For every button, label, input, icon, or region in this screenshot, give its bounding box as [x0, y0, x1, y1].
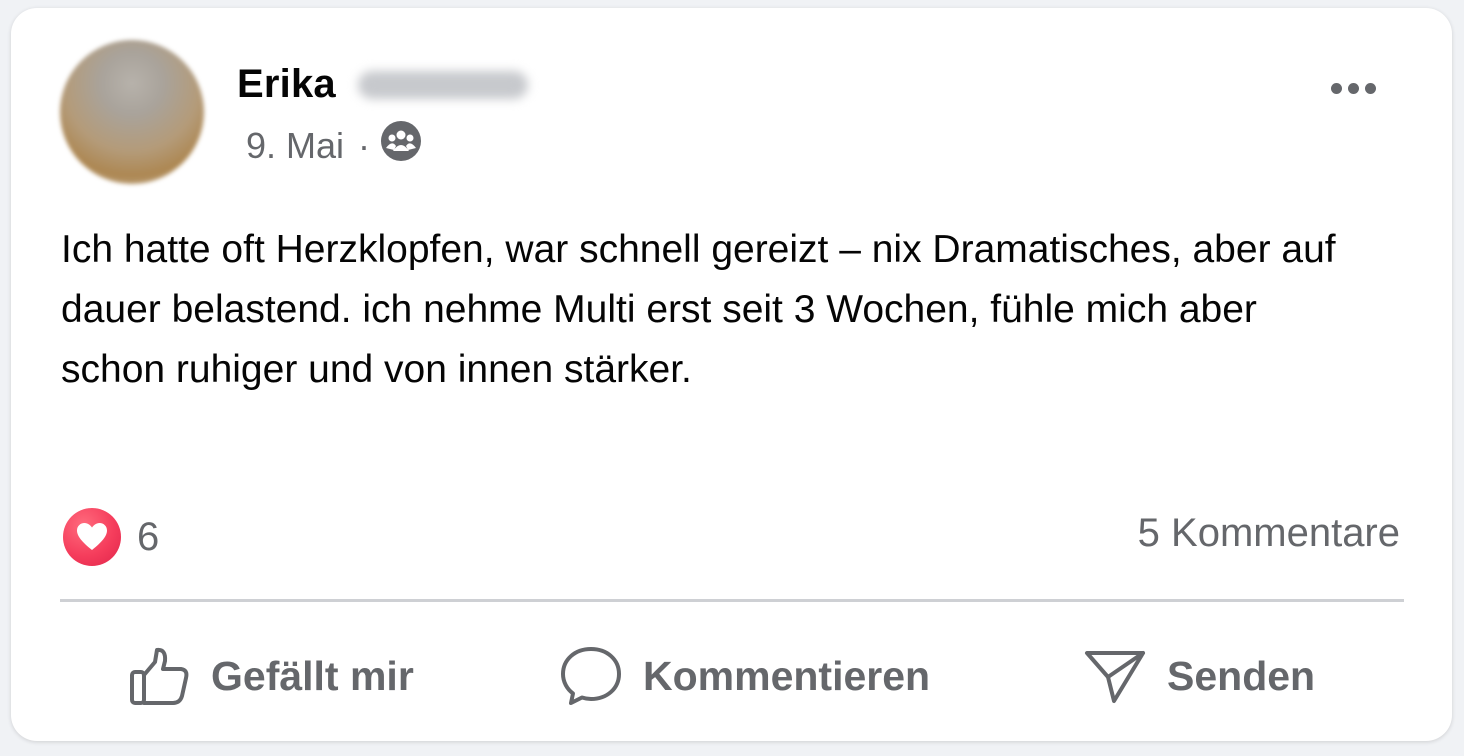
author-surname-blurred: [357, 70, 528, 99]
post-card: Erika 9. Mai · Ich hatte oft Herzklopfen…: [11, 8, 1452, 741]
divider: [60, 599, 1404, 602]
send-label: Senden: [1167, 652, 1316, 699]
reactions-summary[interactable]: 6: [63, 508, 159, 566]
post-date[interactable]: 9. Mai: [246, 125, 344, 167]
more-horizontal-icon[interactable]: [1323, 70, 1383, 106]
author-avatar[interactable]: [60, 40, 204, 184]
comment-button[interactable]: Kommentieren: [559, 636, 930, 716]
love-reaction-icon: [63, 508, 121, 566]
post-text: Ich hatte oft Herzklopfen, war schnell g…: [61, 228, 1336, 391]
author-header: Erika: [237, 62, 528, 107]
thumbs-up-icon: [129, 645, 191, 707]
reaction-count: 6: [137, 514, 160, 559]
like-button[interactable]: Gefällt mir: [129, 636, 414, 716]
group-icon: [380, 120, 422, 171]
author-name[interactable]: Erika: [237, 62, 336, 107]
send-button[interactable]: Senden: [1083, 636, 1315, 716]
meta-separator: ·: [358, 124, 371, 166]
comments-count[interactable]: 5 Kommentare: [1138, 511, 1400, 556]
like-label: Gefällt mir: [211, 652, 414, 699]
comment-bubble-icon: [559, 645, 623, 707]
send-icon: [1083, 645, 1147, 707]
comment-label: Kommentieren: [643, 652, 931, 699]
post-meta: 9. Mai ·: [246, 120, 422, 171]
action-bar: Gefällt mir Kommentieren Senden: [11, 636, 1452, 716]
